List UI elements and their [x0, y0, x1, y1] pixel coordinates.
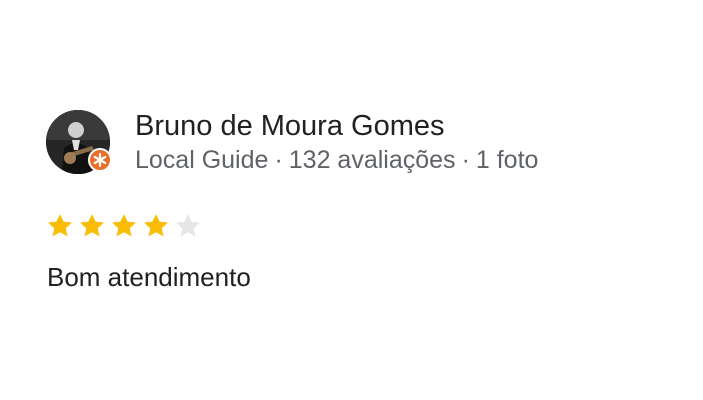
local-guide-badge [88, 148, 112, 172]
star-empty-icon [176, 214, 200, 237]
reviewer-name[interactable]: Bruno de Moura Gomes [135, 108, 538, 144]
star-filled-icon [112, 214, 136, 237]
star-rating [46, 212, 202, 240]
meta-separator: · [461, 146, 470, 174]
reviewer-info: Bruno de Moura Gomes Local Guide · 132 ava… [135, 108, 538, 176]
star-filled-icon [80, 214, 104, 237]
review-text: Bom atendimento [47, 262, 251, 292]
review-card: Bruno de Moura Gomes Local Guide · 132 ava… [0, 0, 703, 400]
review-header: Bruno de Moura Gomes Local Guide · 132 ava… [46, 108, 538, 176]
avatar-container[interactable] [46, 110, 112, 174]
reviewer-level: Local Guide [135, 146, 269, 174]
star-filled-icon [144, 214, 168, 237]
star-filled-icon [48, 214, 72, 237]
local-guide-star-icon [93, 153, 107, 167]
meta-separator: · [274, 146, 283, 174]
reviews-count: 132 avaliações [288, 146, 456, 174]
photos-count: 1 foto [475, 146, 539, 174]
reviewer-meta: Local Guide · 132 avaliações · 1 foto [135, 144, 538, 176]
